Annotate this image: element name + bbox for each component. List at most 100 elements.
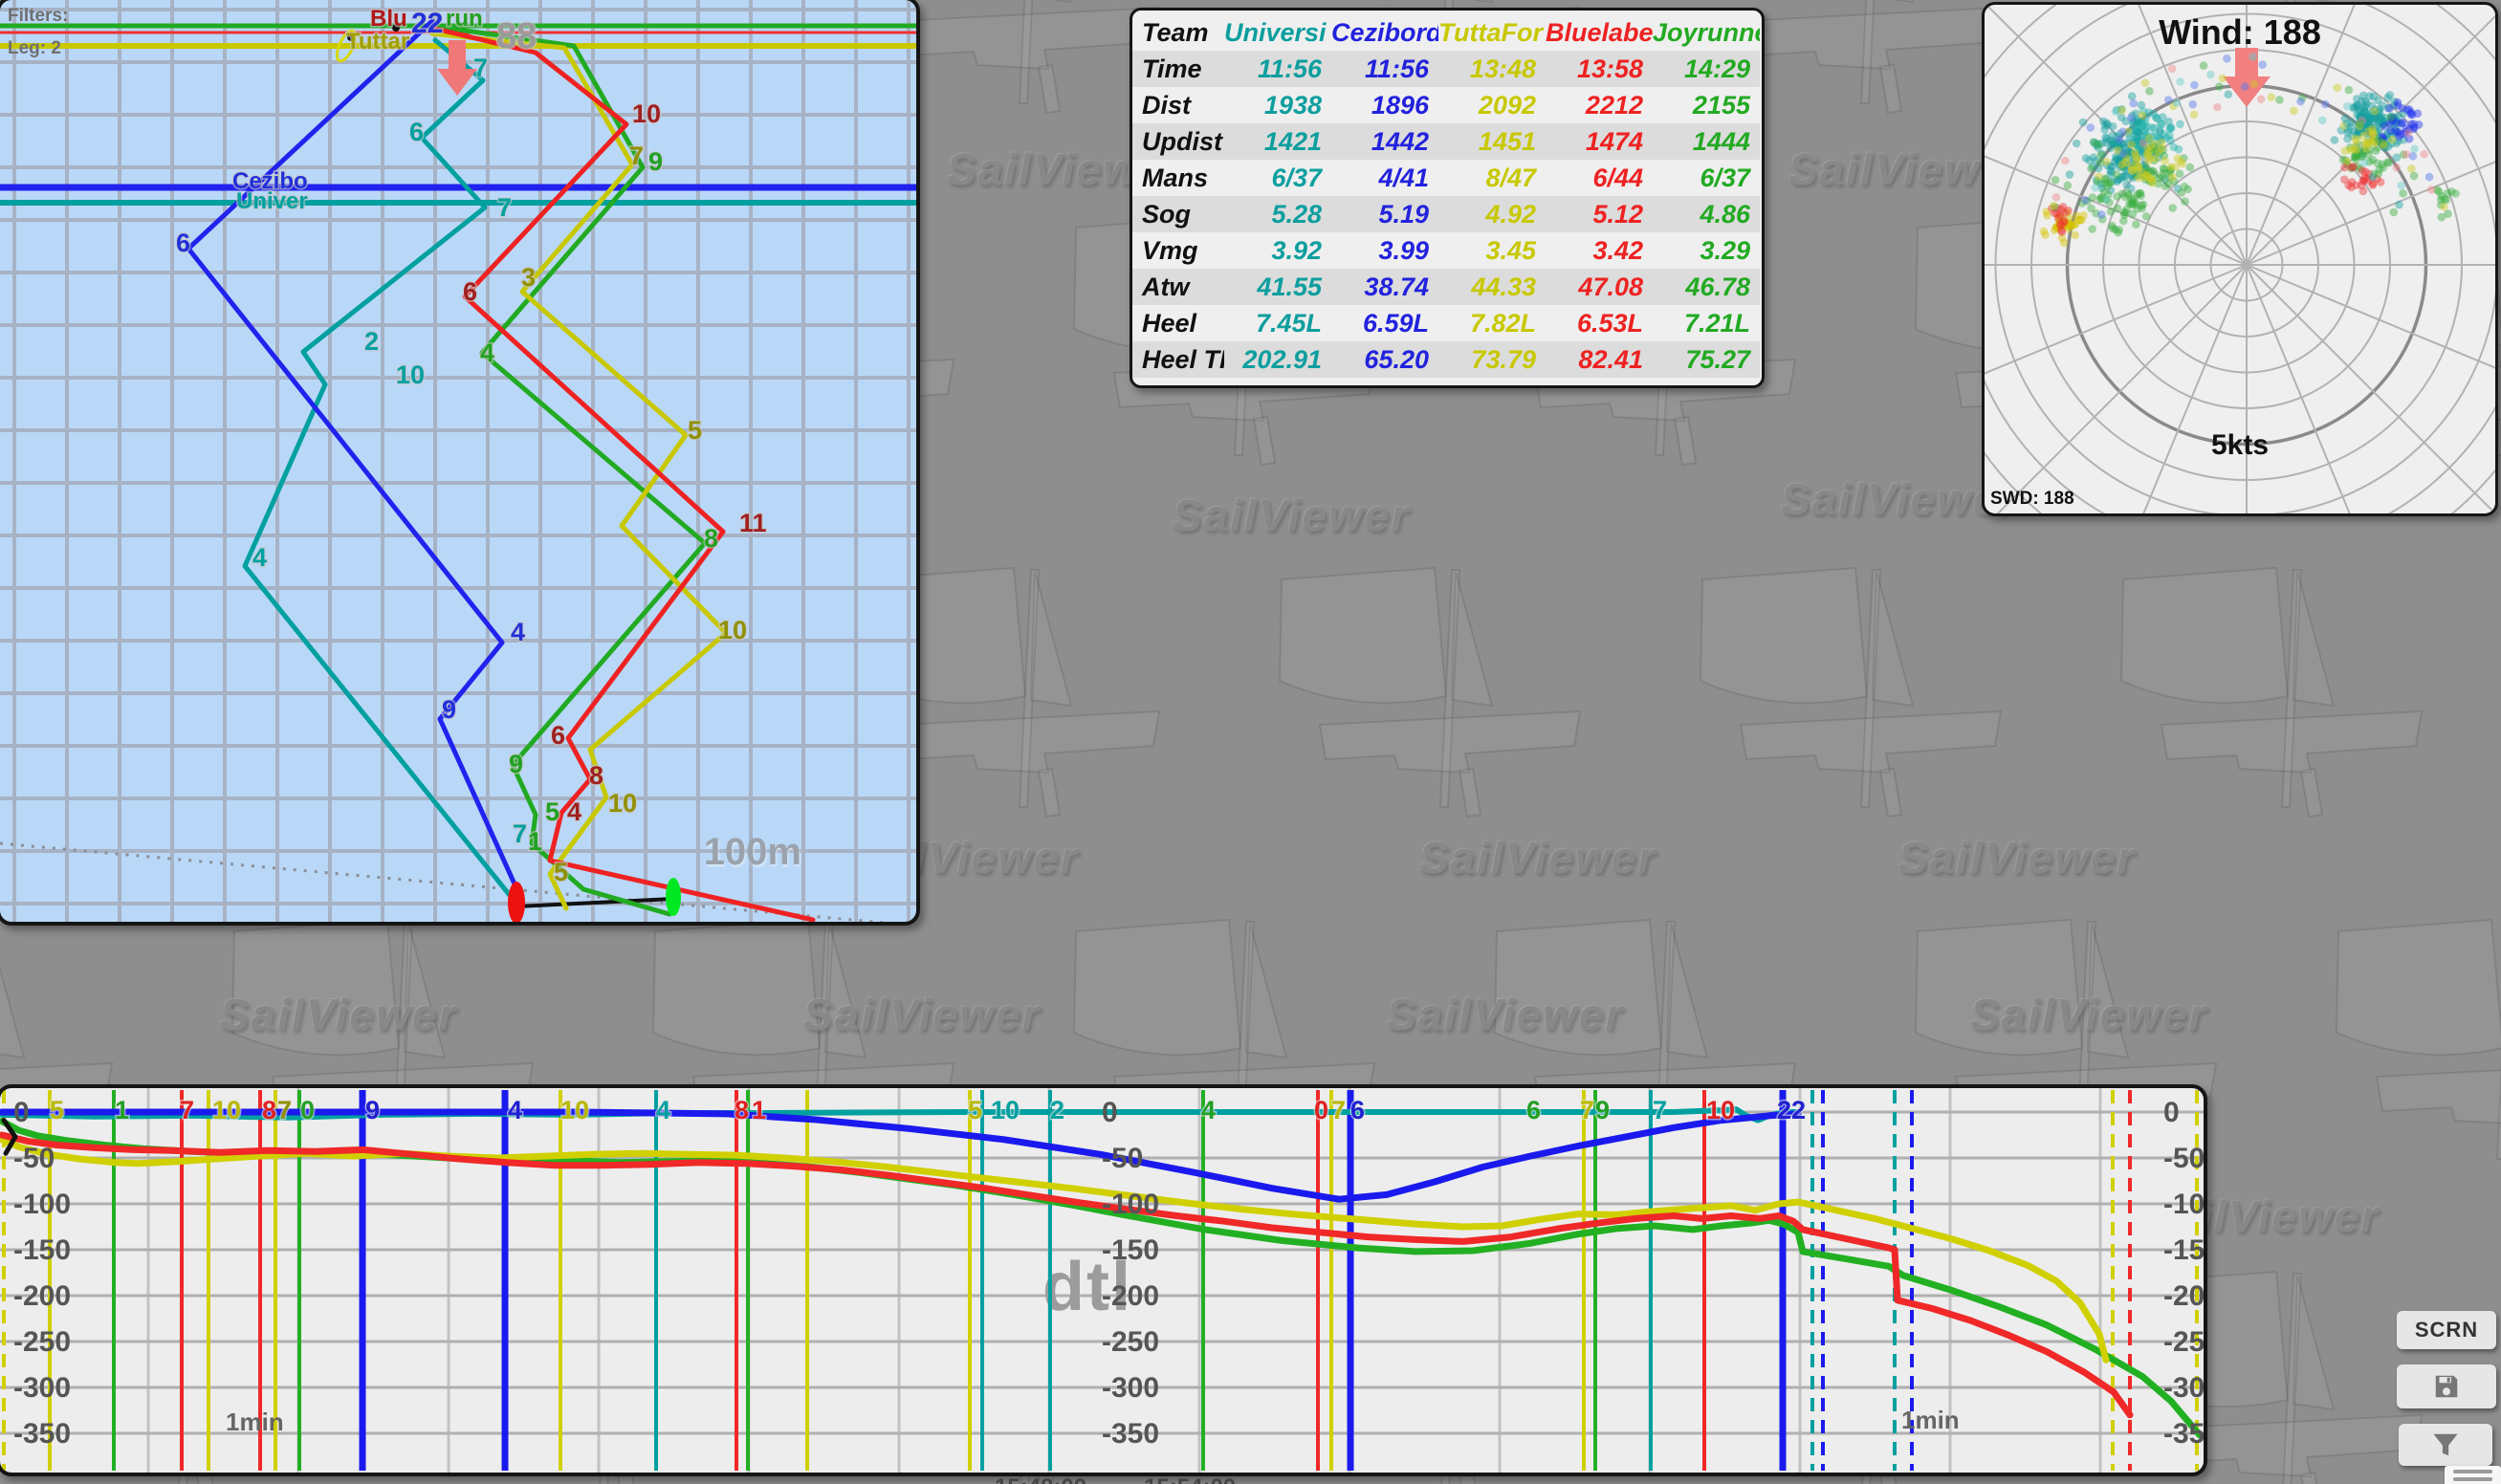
filter-funnel-icon	[2433, 1433, 2458, 1456]
label-text: -150	[13, 1234, 71, 1266]
label-text: 8	[589, 761, 603, 790]
boat-track-cezibord	[186, 18, 524, 902]
label-text: 7	[1580, 1096, 1594, 1124]
label-text: -50	[2163, 1143, 2204, 1174]
label-text: 22	[411, 8, 443, 39]
label-text: 0	[13, 1097, 30, 1128]
save-button[interactable]	[2397, 1364, 2496, 1408]
label-text: 7	[629, 142, 644, 170]
stat-row-label: Team	[1142, 18, 1209, 47]
stat-cell: Joyrunne	[1653, 18, 1760, 47]
label-text: 22	[1777, 1096, 1806, 1124]
stat-cell: 11:56	[1224, 51, 1331, 87]
dtl-chart: dtl0-50-100-150-200-250-300-3500-50-100-…	[0, 1088, 2204, 1473]
filter-button[interactable]	[2399, 1424, 2492, 1466]
label-text: -250	[2163, 1326, 2204, 1358]
stats-table: Team Universi Cezibord TuttaFor Bluelabe Joyr…	[1132, 14, 1762, 378]
label-text: 5	[968, 1096, 982, 1124]
stat-cell: 1938	[1263, 91, 1322, 120]
minute-scale-label: 1min	[1901, 1406, 1960, 1434]
mark-pin-red	[508, 882, 525, 922]
label-text: 10	[212, 1096, 241, 1124]
screenshot-button[interactable]: SCRN	[2397, 1311, 2496, 1349]
stat-cell: 7.82L	[1469, 309, 1536, 338]
stat-cell: 1896	[1371, 91, 1429, 120]
sailviewer-watermark: SailViewer	[1419, 833, 1657, 883]
stat-cell: 6/37	[1271, 164, 1322, 192]
label-text: 8	[262, 1096, 276, 1124]
wind-polar-panel[interactable]: Wind: 188 5kts SWD: 188	[1982, 2, 2498, 516]
stat-cell: 3.42	[1592, 236, 1643, 265]
label-text: 0	[2163, 1097, 2180, 1128]
label-text: 10	[608, 789, 637, 818]
label-text: 6	[551, 721, 565, 750]
stat-cell: 46.78	[1653, 269, 1760, 305]
label-text: -150	[2163, 1234, 2204, 1266]
label-text: 9	[509, 750, 523, 778]
label-text: -200	[1102, 1280, 1159, 1312]
label-text: 2	[364, 327, 379, 356]
stat-cell: 202.91	[1224, 341, 1331, 378]
label-text: 10	[560, 1096, 589, 1124]
label-text: 10	[1706, 1096, 1735, 1124]
sailboat-ghost-icon	[1278, 566, 1582, 818]
label-text: 10	[991, 1096, 1020, 1124]
time-label: 15:48:00	[995, 1474, 1086, 1484]
label-text: Blu	[370, 6, 407, 32]
stat-cell: 5.12	[1546, 196, 1653, 232]
label-text: 4	[480, 338, 494, 367]
label-text: 5	[545, 797, 559, 826]
stat-cell: 6/44	[1592, 164, 1643, 192]
boat-track-tuttafor	[429, 31, 729, 911]
sailviewer-app: SailViewer SailViewer SailViewer SailViewer…	[0, 0, 2501, 1484]
label-text: 5	[554, 858, 568, 886]
sailviewer-watermark: SailViewer	[803, 990, 1042, 1039]
label-text: -250	[13, 1326, 71, 1358]
stat-cell: 5.19	[1331, 196, 1438, 232]
menu-lines-icon[interactable]	[2445, 1466, 2501, 1484]
label-text: -50	[13, 1143, 55, 1174]
stat-cell: 3.92	[1271, 236, 1322, 265]
stat-cell: 1421	[1224, 123, 1331, 160]
screenshot-button-label: SCRN	[2414, 1318, 2479, 1342]
stat-cell: 3.29	[1700, 236, 1750, 265]
race-map-panel[interactable]: Blu 22 run Tuttar Cezibo Univer 7 6 7 2 10 4 6 4 9 10 7 9…	[0, 0, 920, 926]
sailboat-ghost-icon	[2335, 918, 2501, 1160]
minute-scale-label: 1min	[226, 1408, 284, 1436]
label-text: -100	[13, 1189, 71, 1220]
time-axis-labels: 15:48:00 15:54:00	[995, 1474, 1293, 1484]
stats-table-panel[interactable]: Team Universi Cezibord TuttaFor Bluelabe Joyr…	[1130, 8, 1765, 388]
label-text: 1	[528, 827, 542, 856]
stat-cell: 13:58	[1546, 51, 1653, 87]
label-text: 4	[656, 1096, 670, 1124]
label-text: 88	[496, 16, 537, 56]
stat-cell: 1451	[1438, 123, 1546, 160]
label-text: -300	[13, 1372, 71, 1404]
stat-cell: 75.27	[1653, 341, 1760, 378]
stat-cell: 1444	[1653, 123, 1760, 160]
label-text: 4	[1201, 1096, 1216, 1124]
label-text: 6	[176, 229, 190, 257]
label-text: 7	[473, 54, 488, 82]
label-text: 0	[300, 1096, 315, 1124]
label-text: 7	[1331, 1096, 1346, 1124]
filters-label: Filters:	[8, 6, 69, 26]
stat-row-label: Atw	[1132, 269, 1224, 305]
leg-label: Leg: 2	[8, 38, 61, 58]
label-text: -100	[1102, 1189, 1159, 1220]
label-text: 5	[50, 1096, 64, 1124]
sailviewer-watermark: SailViewer	[220, 990, 458, 1039]
label-text: 0	[1102, 1097, 1118, 1128]
sailviewer-watermark: SailViewer	[1173, 491, 1411, 540]
label-text: 9	[365, 1096, 380, 1124]
dtl-chart-panel[interactable]: dtl 0 -50 -100 -150 -200 -250 -300 -350 0 -50 -100-…	[0, 1084, 2207, 1476]
label-text: 6	[1350, 1096, 1365, 1124]
label-text: 1	[752, 1096, 766, 1124]
stat-cell: 44.33	[1438, 269, 1546, 305]
stat-cell: Universi	[1224, 18, 1327, 47]
label-text: 6	[1526, 1096, 1541, 1124]
stat-cell: 2212	[1585, 91, 1643, 120]
label-text: -150	[1102, 1234, 1159, 1266]
stat-cell: 47.08	[1546, 269, 1653, 305]
label-text: 4	[567, 797, 581, 826]
